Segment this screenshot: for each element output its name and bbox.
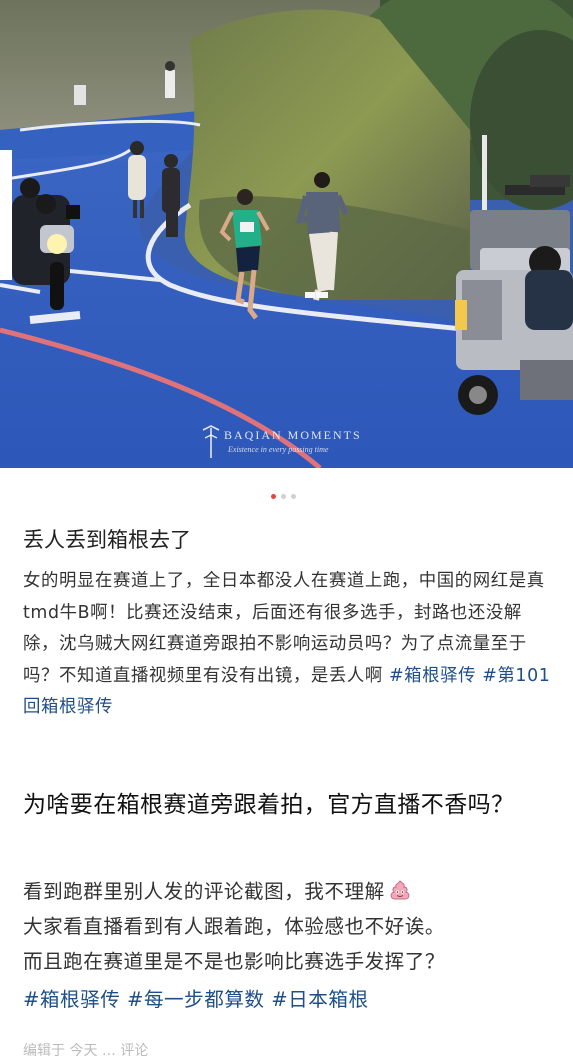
watermark-logo-icon bbox=[202, 425, 220, 458]
hashtag-link[interactable]: #箱根驿传 bbox=[389, 666, 476, 686]
carousel-dot-3[interactable] bbox=[291, 494, 296, 499]
post-image[interactable]: BAQIAN MOMENTS Existence in every passin… bbox=[0, 0, 573, 468]
second-post-body: 看到跑群里别人发的评论截图，我不理解 大家看直播看到有人跟着跑，体验感也不好诶。… bbox=[23, 874, 553, 979]
post-body: 女的明显在赛道上了，全日本都没人在赛道上跑，中国的网红是真tmd牛B啊！比赛还没… bbox=[23, 566, 553, 724]
body-line: 大家看直播看到有人跟着跑，体验感也不好诶。 bbox=[23, 915, 445, 938]
body-line-text: 看到跑群里别人发的评论截图，我不理解 bbox=[23, 880, 385, 903]
carousel-indicator[interactable] bbox=[271, 494, 296, 500]
body-line: 看到跑群里别人发的评论截图，我不理解 bbox=[23, 874, 553, 909]
hashtag-link[interactable]: #日本箱根 bbox=[271, 988, 368, 1011]
second-post-title: 为啥要在箱根赛道旁跟着拍，官方直播不香吗？ bbox=[23, 792, 515, 818]
watermark: BAQIAN MOMENTS Existence in every passin… bbox=[200, 420, 400, 464]
hashtag-row: #箱根驿传 #每一步都算数 #日本箱根 bbox=[23, 982, 553, 1018]
watermark-brand: BAQIAN MOMENTS bbox=[224, 428, 362, 442]
post-meta: 编辑于 今天 … 评论 bbox=[23, 1043, 149, 1059]
poop-emoji-icon bbox=[390, 880, 410, 900]
body-line: 而且跑在赛道里是不是也影响比赛选手发挥了？ bbox=[23, 950, 445, 973]
carousel-dot-2[interactable] bbox=[281, 494, 286, 499]
hashtag-link[interactable]: #每一步都算数 bbox=[127, 988, 264, 1011]
watermark-tagline: Existence in every passing time bbox=[228, 445, 329, 454]
carousel-dot-1[interactable] bbox=[271, 494, 276, 499]
post-title: 丢人丢到箱根去了 bbox=[23, 528, 191, 552]
marathon-photo bbox=[0, 0, 573, 468]
hashtag-link[interactable]: #箱根驿传 bbox=[23, 988, 120, 1011]
